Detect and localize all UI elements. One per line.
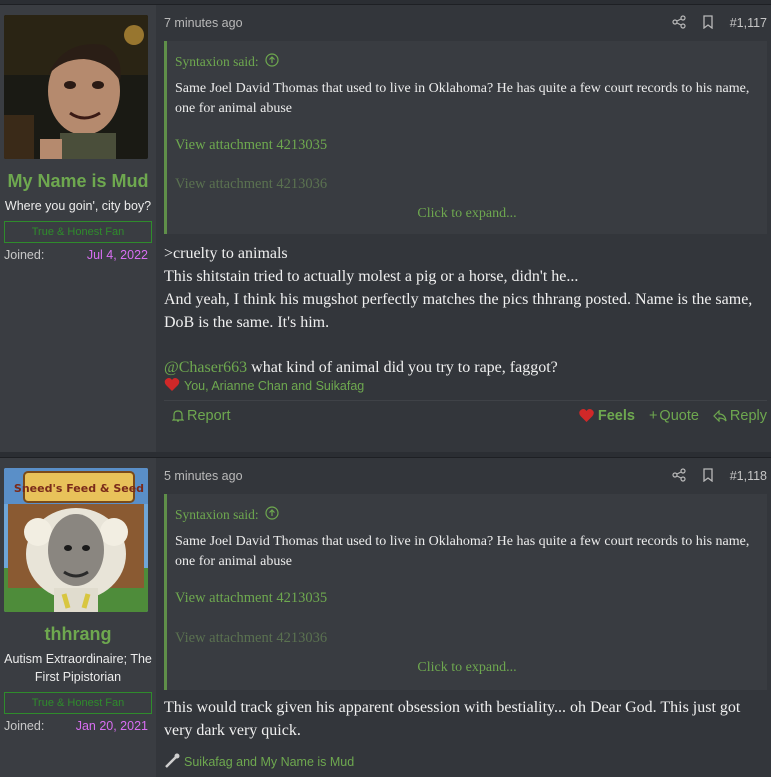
- avatar[interactable]: Sneed's Feed & Seed: [4, 468, 148, 612]
- reply-icon: [713, 409, 727, 422]
- post-content: 5 minutes ago #1,118 Syntaxion said: Sam…: [156, 458, 771, 777]
- expand-link[interactable]: Click to expand...: [167, 206, 767, 222]
- joined-label: Joined:: [4, 719, 45, 733]
- quote-author[interactable]: Syntaxion said:: [175, 54, 259, 70]
- feels-label: Feels: [597, 407, 635, 424]
- arrow-up-circle-icon[interactable]: [265, 506, 279, 524]
- post-time[interactable]: 5 minutes ago: [164, 469, 243, 483]
- quote-text: Same Joel David Thomas that used to live…: [175, 81, 750, 116]
- user-title: Where you goin', city boy?: [4, 199, 152, 213]
- bookmark-icon[interactable]: [702, 467, 714, 485]
- attachment-link[interactable]: View attachment 4213036: [167, 174, 767, 206]
- plus-icon: +: [648, 407, 658, 424]
- quote-button[interactable]: + Quote: [649, 408, 699, 424]
- quote-block: Syntaxion said: Same Joel David Thomas t…: [164, 41, 767, 234]
- body-line: >cruelty to animals: [164, 245, 288, 262]
- post-number[interactable]: #1,118: [730, 469, 767, 483]
- user-banner: True & Honest Fan: [4, 221, 152, 243]
- reply-button[interactable]: Reply: [713, 408, 767, 424]
- post-1117: My Name is Mud Where you goin', city boy…: [0, 4, 771, 452]
- post-number[interactable]: #1,117: [730, 16, 767, 30]
- user-title: Autism Extraordinaire; The First Pipisto…: [4, 652, 152, 684]
- attachment-link[interactable]: View attachment 4213035: [167, 588, 767, 628]
- body-line: This would track given his apparent obse…: [164, 699, 741, 739]
- reaction-users[interactable]: You, Arianne Chan and Suikafag: [184, 379, 364, 393]
- arrow-up-circle-icon[interactable]: [265, 53, 279, 71]
- attachment-link[interactable]: View attachment 4213035: [167, 135, 767, 174]
- reply-label: Reply: [729, 407, 767, 424]
- post-time[interactable]: 7 minutes ago: [164, 16, 243, 30]
- quote-label: Quote: [659, 407, 699, 424]
- quote-author[interactable]: Syntaxion said:: [175, 507, 259, 523]
- heart-icon: [579, 409, 594, 422]
- report-button[interactable]: Report: [172, 408, 231, 424]
- quote-header[interactable]: Syntaxion said:: [167, 494, 767, 528]
- attachment-link[interactable]: View attachment 4213036: [167, 628, 767, 660]
- bookmark-icon[interactable]: [702, 14, 714, 32]
- share-icon[interactable]: [672, 467, 686, 485]
- reaction-users[interactable]: Suikafag and My Name is Mud: [184, 755, 354, 769]
- post-header: 7 minutes ago #1,117: [164, 5, 767, 41]
- post-content: 7 minutes ago #1,117 Syntaxion said: Sam…: [156, 5, 771, 452]
- joined-label: Joined:: [4, 248, 45, 262]
- avatar-sign-text: Sneed's Feed & Seed: [14, 482, 144, 495]
- username[interactable]: My Name is Mud: [4, 169, 152, 193]
- user-mention[interactable]: @Chaser663: [164, 359, 247, 376]
- user-info: Sneed's Feed & Seed thhrang Autism Extra…: [0, 458, 156, 777]
- username[interactable]: thhrang: [4, 622, 152, 646]
- post-1118: Sneed's Feed & Seed thhrang Autism Extra…: [0, 457, 771, 777]
- post-body: This would track given his apparent obse…: [164, 696, 767, 748]
- reaction-icon: [164, 753, 180, 772]
- reaction-list[interactable]: Suikafag and My Name is Mud: [164, 748, 767, 776]
- post-body: >cruelty to animals This shitstain tried…: [164, 242, 767, 376]
- joined-row: Joined: Jul 4, 2022: [4, 248, 152, 262]
- avatar[interactable]: [4, 15, 148, 159]
- report-label: Report: [187, 407, 231, 424]
- mention-text: what kind of animal did you try to rape,…: [247, 359, 558, 376]
- body-line: This shitstain tried to actually molest …: [164, 268, 579, 285]
- post-actions: Report Feels + Quote Reply: [164, 400, 767, 430]
- quote-header[interactable]: Syntaxion said:: [167, 41, 767, 75]
- share-icon[interactable]: [672, 14, 686, 32]
- joined-date: Jul 4, 2022: [86, 248, 148, 262]
- joined-date: Jan 20, 2021: [75, 719, 148, 733]
- joined-row: Joined: Jan 20, 2021: [4, 719, 152, 733]
- quote-block: Syntaxion said: Same Joel David Thomas t…: [164, 494, 767, 690]
- feels-button[interactable]: Feels: [578, 408, 635, 424]
- bell-icon: [172, 409, 184, 422]
- heart-icon: [164, 377, 180, 395]
- post-header: 5 minutes ago #1,118: [164, 458, 767, 494]
- body-line: And yeah, I think his mugshot perfectly …: [164, 291, 753, 331]
- user-banner: True & Honest Fan: [4, 692, 152, 714]
- user-info: My Name is Mud Where you goin', city boy…: [0, 5, 156, 452]
- expand-link[interactable]: Click to expand...: [167, 660, 767, 676]
- quote-text: Same Joel David Thomas that used to live…: [175, 534, 750, 569]
